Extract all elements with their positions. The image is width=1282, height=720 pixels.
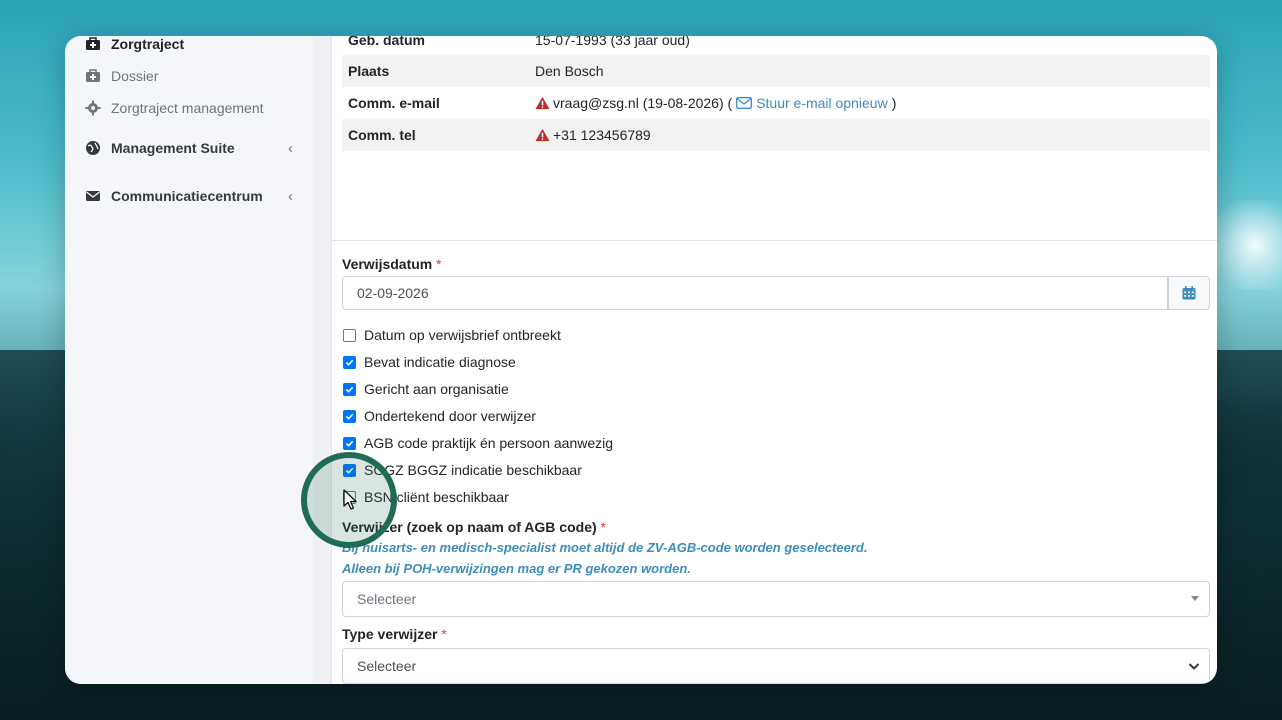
checkbox-agb-code[interactable]: AGB code praktijk én persoon aanwezig [343,435,613,451]
sidebar-item-label: Zorgtraject [111,36,185,52]
email-value: vraag@zsg.nl (19-08-2026) ( [553,95,733,111]
sidebar-gutter [313,36,332,684]
sidebar-item-label: Zorgtraject management [111,100,264,116]
required-mark: * [600,519,606,535]
checkbox-label: Gericht aan organisatie [364,381,509,397]
sidebar-item-management-suite[interactable]: Management Suite [85,140,293,156]
email-close-paren: ) [891,95,897,111]
dob-label: Geb. datum [348,36,426,48]
envelope-icon [736,97,753,109]
checkbox[interactable] [343,436,356,450]
email-value-group: vraag@zsg.nl (19-08-2026) ( Stuur e-mail… [535,95,896,111]
checkbox-indicatie-diagnose[interactable]: Bevat indicatie diagnose [343,354,516,370]
warning-icon [535,96,550,110]
checkmark-icon [345,359,354,366]
medkit-icon [86,69,100,82]
calendar-button[interactable] [1168,276,1210,310]
plaats-label: Plaats [348,63,390,79]
checkbox-label: SGGZ BGGZ indicatie beschikbaar [364,462,582,478]
checkbox-label: Bevat indicatie diagnose [364,354,516,370]
type-verwijzer-label: Type verwijzer * [342,626,447,642]
checkbox-label: Ondertekend door verwijzer [364,408,536,424]
checkbox[interactable] [343,355,356,369]
globe-icon [86,141,100,155]
dob-value: 15-07-1993 (33 jaar oud) [535,36,690,48]
sidebar-item-label: Communicatiecentrum [111,188,263,204]
required-mark: * [441,626,447,642]
checkbox[interactable] [343,409,356,423]
checkbox-label: AGB code praktijk én persoon aanwezig [364,435,614,451]
warning-icon [535,128,550,142]
checkbox[interactable] [343,382,356,396]
checkbox-gericht-organisatie[interactable]: Gericht aan organisatie [343,381,509,397]
sidebar-item-dossier[interactable]: Dossier [85,68,158,84]
chevron-down-icon [1188,663,1200,670]
chevron-left-icon[interactable]: ‹ [288,188,293,205]
section-divider [332,240,1217,241]
sidebar-item-label: Management Suite [111,140,235,156]
type-verwijzer-label-text: Type verwijzer [342,626,438,642]
plaats-value: Den Bosch [535,63,604,79]
sidebar-item-zorgtraject[interactable]: Zorgtraject [85,36,184,52]
checkbox-datum-ontbreekt[interactable]: Datum op verwijsbrief ontbreekt [343,327,561,343]
sidebar: Zorgtraject Dossier Zorgtraject manageme… [65,36,314,684]
verwijsdatum-input[interactable]: 02-09-2026 [342,276,1168,310]
checkmark-icon [345,413,354,420]
caret-down-icon [1191,596,1199,601]
tel-value-group: +31 123456789 [535,127,651,143]
envelope-icon [86,191,100,201]
type-verwijzer-select[interactable]: Selecteer [342,648,1210,684]
medkit-icon [86,37,100,50]
info-row-tel: Comm. tel +31 123456789 [342,119,1210,151]
tel-label: Comm. tel [348,127,416,143]
verwijsdatum-value: 02-09-2026 [357,285,429,301]
verwijzer-hint-2: Alleen bij POH-verwijzingen mag er PR ge… [342,561,691,576]
type-verwijzer-value: Selecteer [357,658,417,674]
verwijzer-select[interactable]: Selecteer [342,581,1210,617]
gear-icon [85,100,101,116]
main-content: Geb. datum 15-07-1993 (33 jaar oud) Plaa… [332,36,1217,684]
checkbox[interactable] [343,328,356,342]
resend-email-link[interactable]: Stuur e-mail opnieuw [756,95,888,111]
verwijsdatum-label-text: Verwijsdatum [342,256,433,272]
required-mark: * [436,256,442,272]
verwijsdatum-label: Verwijsdatum * [342,256,442,272]
mouse-cursor-icon [343,489,357,510]
verwijzer-placeholder: Selecteer [357,591,417,607]
calendar-icon [1182,286,1196,300]
info-row-plaats: Plaats Den Bosch [342,55,1210,87]
checkmark-icon [345,440,354,447]
sidebar-item-communicatiecentrum[interactable]: Communicatiecentrum [85,188,293,204]
email-label: Comm. e-mail [348,95,440,111]
sidebar-item-zorgtraject-management[interactable]: Zorgtraject management [85,100,264,116]
app-window: Zorgtraject Dossier Zorgtraject manageme… [65,36,1217,684]
checkmark-icon [345,386,354,393]
sidebar-item-label: Dossier [111,68,159,84]
info-row-dob: Geb. datum 15-07-1993 (33 jaar oud) [342,36,1210,56]
tel-value: +31 123456789 [553,127,651,143]
verwijzer-hint-1: Bij huisarts- en medisch-specialist moet… [342,540,868,555]
chevron-left-icon[interactable]: ‹ [288,140,293,157]
info-row-email: Comm. e-mail vraag@zsg.nl (19-08-2026) (… [342,87,1210,119]
checkbox-label: Datum op verwijsbrief ontbreekt [364,327,561,343]
checkbox-ondertekend[interactable]: Ondertekend door verwijzer [343,408,536,424]
